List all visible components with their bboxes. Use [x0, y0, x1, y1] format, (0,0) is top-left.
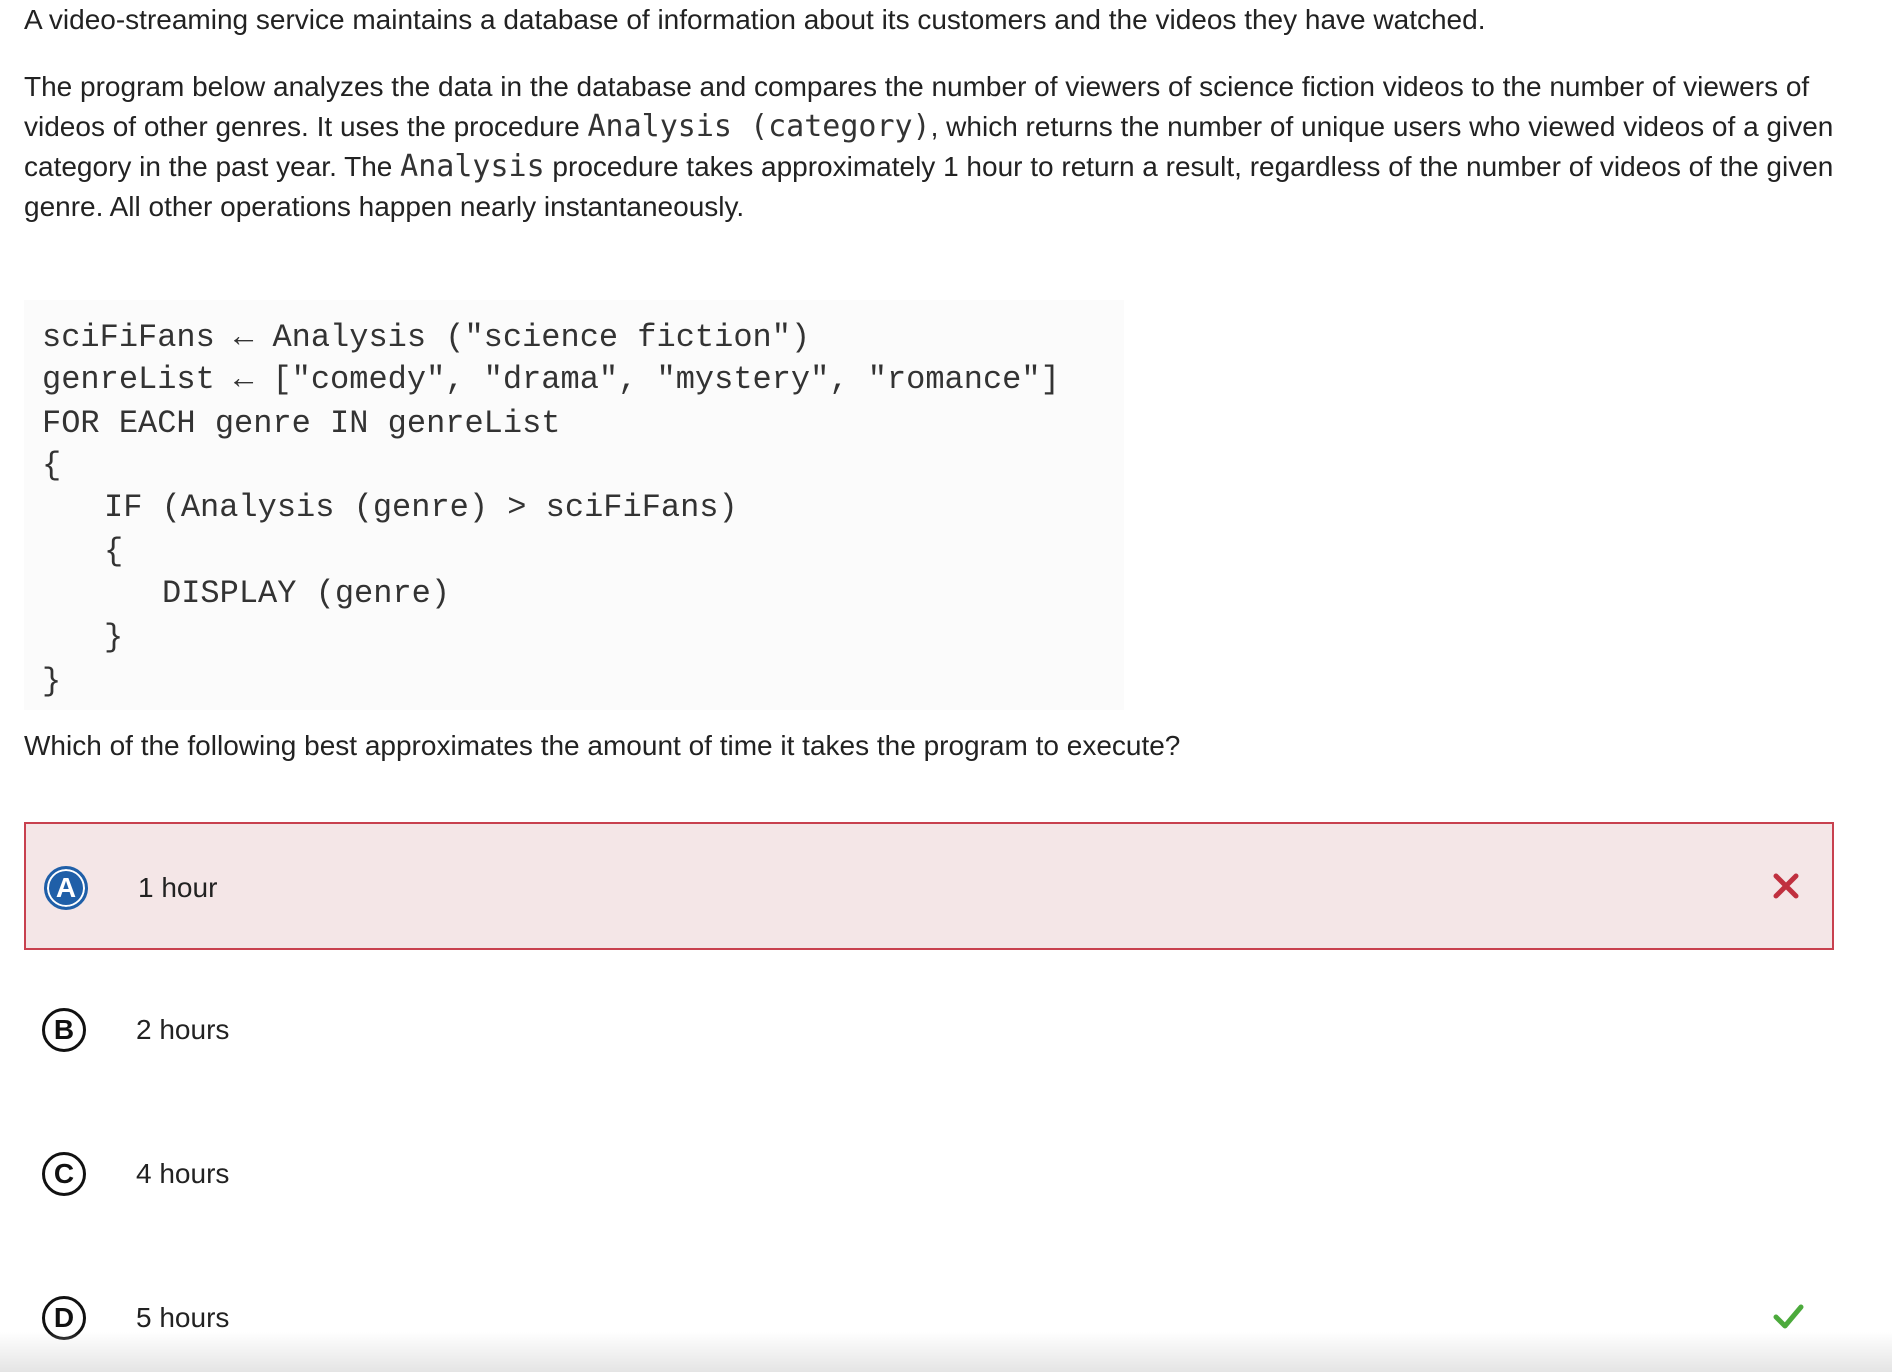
option-text: 1 hour — [138, 872, 218, 903]
question-text: Which of the following best approximates… — [24, 730, 1181, 761]
question-page: A video-streaming service maintains a da… — [0, 0, 1892, 1372]
code-line-8: } — [104, 619, 124, 656]
code-line-7: DISPLAY (genre) — [162, 575, 451, 612]
option-text: 2 hours — [136, 1014, 230, 1045]
program-description: The program below analyzes the data in t… — [24, 67, 1854, 227]
code-line-1: sciFiFans ← Analysis ("science fiction") — [42, 319, 811, 356]
option-text: 4 hours — [136, 1158, 230, 1189]
code-line-2: genreList ← ["comedy", "drama", "mystery… — [42, 361, 1060, 398]
option-a[interactable]: A 1 hour — [24, 822, 1834, 950]
bottom-fade — [0, 1332, 1892, 1372]
inline-code-analysis-category: Analysis (category) — [587, 109, 931, 144]
option-letter-badge: A — [44, 866, 88, 910]
intro-sentence-text: A video-streaming service maintains a da… — [24, 4, 1486, 35]
code-line-6: { — [104, 533, 124, 570]
option-b[interactable]: B 2 hours — [24, 966, 1834, 1094]
code-line-4: { — [42, 447, 62, 484]
option-c[interactable]: C 4 hours — [24, 1110, 1834, 1238]
code-block: sciFiFans ← Analysis ("science fiction")… — [24, 300, 1124, 710]
code-line-3: FOR EACH genre IN genreList — [42, 405, 561, 442]
option-letter-badge: B — [42, 1008, 86, 1052]
x-mark-icon — [1773, 873, 1799, 899]
check-mark-icon — [1773, 1304, 1804, 1329]
code-line-5: IF (Analysis (genre) > sciFiFans) — [104, 489, 738, 526]
question-prompt: Which of the following best approximates… — [24, 726, 1854, 766]
inline-code-analysis: Analysis — [400, 149, 545, 184]
option-letter-badge: C — [42, 1152, 86, 1196]
code-line-9: } — [42, 663, 62, 700]
intro-sentence: A video-streaming service maintains a da… — [24, 0, 1854, 40]
